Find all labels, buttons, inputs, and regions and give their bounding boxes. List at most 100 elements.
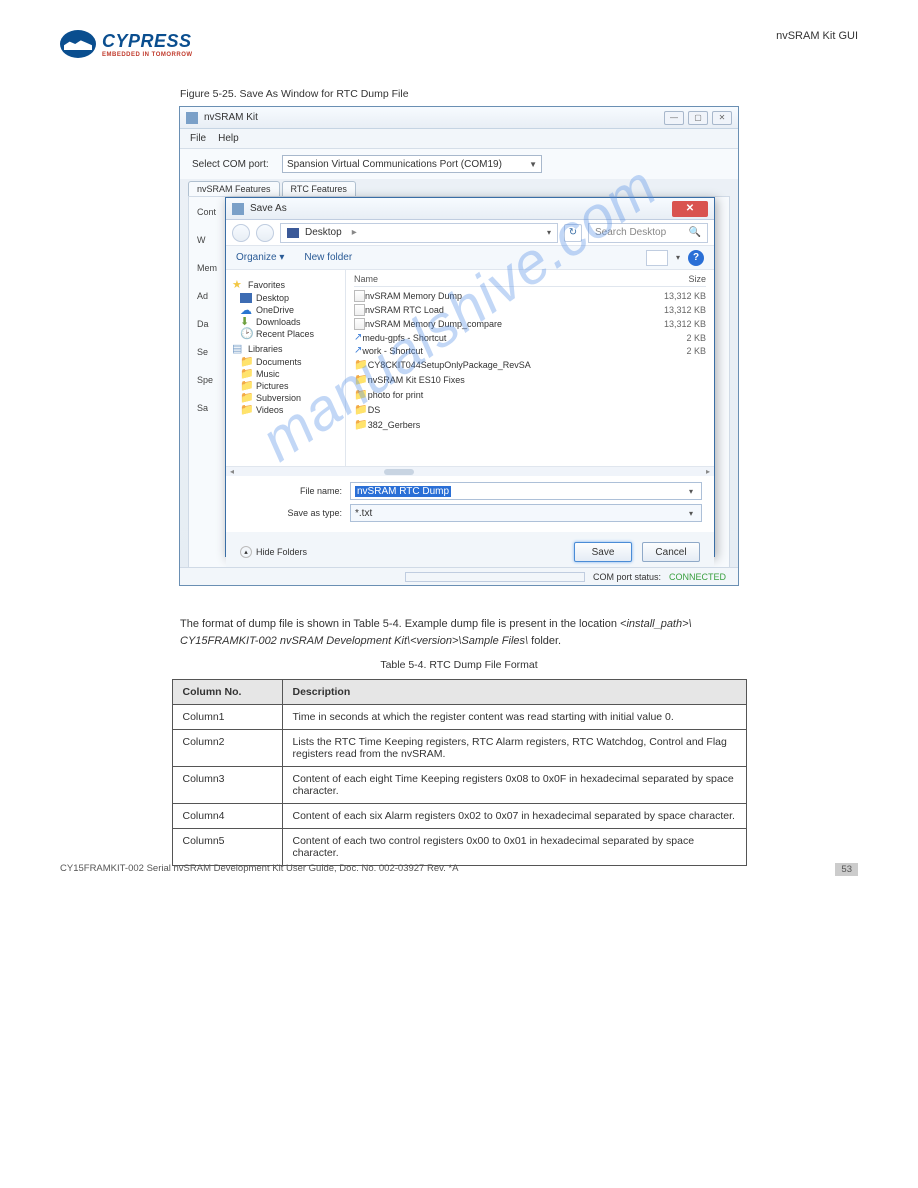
desktop-icon [240,293,252,303]
cancel-button[interactable]: Cancel [642,542,700,562]
window-title: nvSRAM Kit [204,112,664,123]
nav-back-button[interactable] [232,224,250,242]
table-row: Column2Lists the RTC Time Keeping regist… [172,730,746,767]
organize-button[interactable]: Organize ▾ [236,252,284,263]
com-status-label: COM port status: [593,572,661,582]
folder-tree: ★Favorites Desktop ☁OneDrive ⬇Downloads … [226,270,346,466]
bg-label: Cont [197,207,217,217]
save-type-select[interactable]: *.txt ▾ [350,504,702,522]
folder-icon: 📁 [354,358,368,371]
cloud-icon: ☁ [240,305,252,315]
desktop-icon [287,228,299,238]
recent-icon: 🕑 [240,329,252,339]
shortcut-icon: ↗ [354,332,362,343]
bg-label: Da [197,319,217,329]
nav-forward-button[interactable] [256,224,274,242]
file-row[interactable]: 📁DS [354,402,706,417]
breadcrumb-path[interactable]: Desktop ▸ ▾ [280,223,558,243]
file-row[interactable]: 📁382_Gerbers [354,417,706,432]
file-row[interactable]: 📁photo for print [354,387,706,402]
com-port-label: Select COM port: [192,159,272,170]
col-name[interactable]: Name [354,274,646,284]
tree-videos[interactable]: 📁Videos [232,404,339,416]
window-titlebar: nvSRAM Kit — ▢ ✕ [180,107,738,129]
file-row[interactable]: ↗medu-gpfs - Shortcut2 KB [354,331,706,344]
save-icon [232,203,244,215]
refresh-button[interactable]: ↻ [564,224,582,242]
file-row[interactable]: 📁CY8CKIT044SetupOnlyPackage_RevSA [354,357,706,372]
file-name-input[interactable]: nvSRAM RTC Dump ▾ [350,482,702,500]
tree-documents[interactable]: 📁Documents [232,356,339,368]
hide-folders-toggle[interactable]: ▴ Hide Folders [240,546,307,558]
minimize-button[interactable]: — [664,111,684,125]
save-type-value: *.txt [355,508,372,519]
tree-recent[interactable]: 🕑Recent Places [232,328,339,340]
tree-onedrive[interactable]: ☁OneDrive [232,304,339,316]
page-header-right: nvSRAM Kit GUI [776,30,858,42]
tree-downloads[interactable]: ⬇Downloads [232,316,339,328]
app-icon [186,112,198,124]
star-icon: ★ [232,280,244,290]
table-row: Column5Content of each two control regis… [172,829,746,866]
search-placeholder: Search Desktop [595,227,666,238]
save-as-dialog: Save As ✕ Desktop ▸ ▾ ↻ [225,197,715,557]
file-row[interactable]: nvSRAM Memory Dump_compare13,312 KB [354,317,706,331]
cypress-logo: CYPRESS EMBEDDED IN TOMORROW [60,30,858,58]
new-folder-button[interactable]: New folder [304,252,352,263]
background-panel-labels: Cont W Mem Ad Da Se Spe Sa [197,207,217,413]
folder-icon: 📁 [240,381,252,391]
path-text: Desktop [305,227,342,238]
download-icon: ⬇ [240,317,252,327]
text-file-icon [354,318,365,330]
folder-icon: 📁 [354,418,368,431]
folder-icon: 📁 [240,369,252,379]
menu-help[interactable]: Help [218,133,239,144]
view-caret-icon[interactable]: ▾ [676,253,680,262]
menubar: File Help [180,129,738,149]
scroll-left-icon[interactable]: ◂ [230,467,234,476]
file-row[interactable]: nvSRAM RTC Load13,312 KB [354,303,706,317]
tree-subversion[interactable]: 📁Subversion [232,392,339,404]
tree-pictures[interactable]: 📁Pictures [232,380,339,392]
dropdown-caret-icon[interactable]: ▾ [685,509,697,518]
com-port-select[interactable]: Spansion Virtual Communications Port (CO… [282,155,542,173]
search-input[interactable]: Search Desktop 🔍 [588,223,708,243]
tab-nvsram-features[interactable]: nvSRAM Features [188,181,280,196]
folder-icon: 📁 [354,373,368,386]
dialog-close-button[interactable]: ✕ [672,201,708,217]
bg-label: Spe [197,375,217,385]
library-icon: ▤ [232,344,244,354]
help-button[interactable]: ? [688,250,704,266]
save-button[interactable]: Save [574,542,632,562]
bg-label: Ad [197,291,217,301]
close-button[interactable]: ✕ [712,111,732,125]
th-description: Description [282,680,746,705]
dump-description: The format of dump file is shown in Tabl… [180,616,738,649]
libraries-header[interactable]: Libraries [248,344,283,354]
scrollbar-thumb[interactable] [384,469,414,475]
dropdown-caret-icon: ▼ [529,160,537,169]
view-mode-button[interactable] [646,250,668,266]
collapse-icon: ▴ [240,546,252,558]
file-row[interactable]: nvSRAM Memory Dump13,312 KB [354,289,706,303]
horizontal-scrollbar[interactable]: ◂ ▸ [226,466,714,476]
menu-file[interactable]: File [190,133,206,144]
table-caption: Table 5-4. RTC Dump File Format [60,659,858,671]
search-icon: 🔍 [689,227,701,238]
file-row[interactable]: 📁nvSRAM Kit ES10 Fixes [354,372,706,387]
col-size[interactable]: Size [646,274,706,284]
scroll-right-icon[interactable]: ▸ [706,467,710,476]
footer-page-number: 53 [835,863,858,876]
path-caret-icon: ▾ [547,228,551,237]
favorites-header[interactable]: Favorites [248,280,285,290]
dropdown-caret-icon[interactable]: ▾ [685,487,697,496]
bg-label: Se [197,347,217,357]
tab-rtc-features[interactable]: RTC Features [282,181,356,196]
logo-brand: CYPRESS [102,31,193,52]
maximize-button[interactable]: ▢ [688,111,708,125]
table-row: Column3Content of each eight Time Keepin… [172,767,746,804]
file-row[interactable]: ↗work - Shortcut2 KB [354,344,706,357]
tree-music[interactable]: 📁Music [232,368,339,380]
folder-icon: 📁 [240,405,252,415]
logo-icon [60,30,96,58]
